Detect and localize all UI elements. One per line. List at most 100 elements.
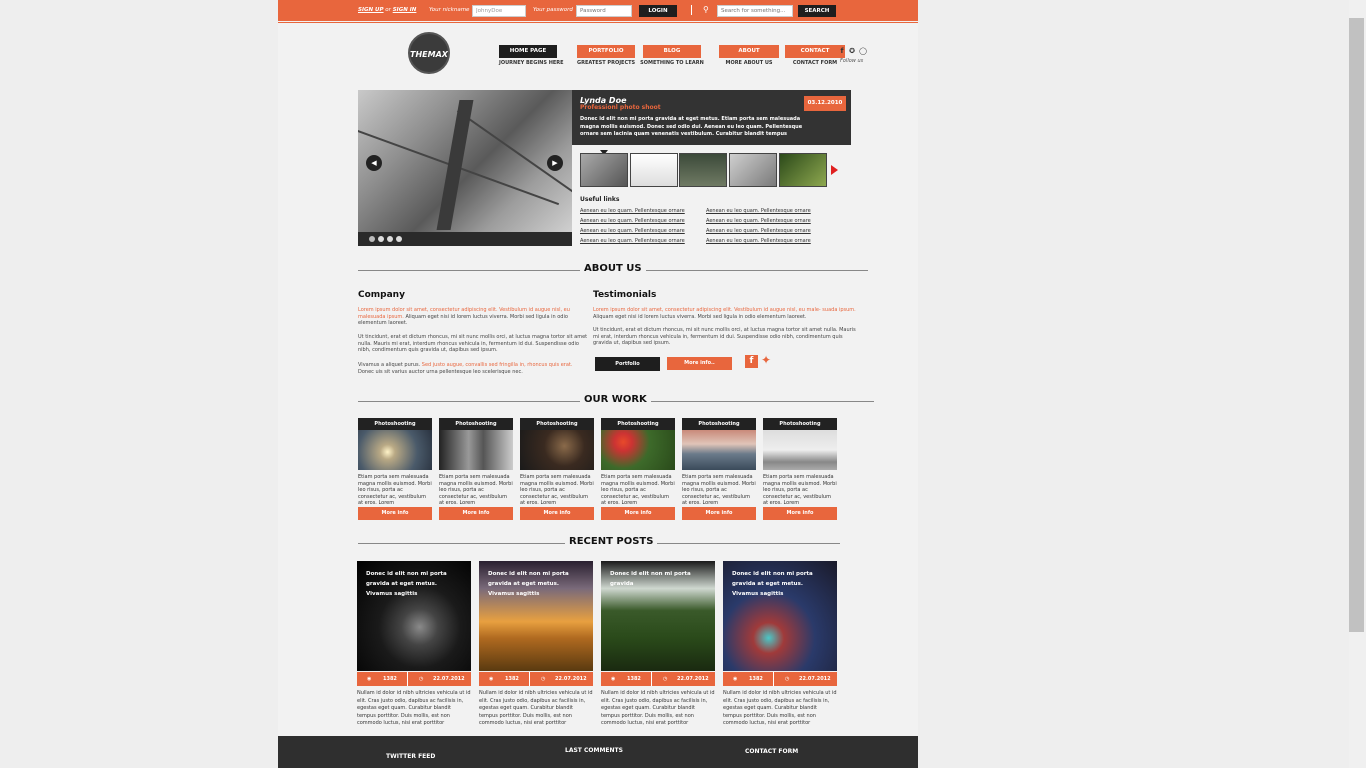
nav-blog[interactable]: BLOG — [643, 45, 701, 58]
post-views: 1382 — [627, 676, 641, 682]
work-card-desc: Etiam porta sem malesuada magna mollis e… — [763, 474, 837, 506]
work-more-button[interactable]: More info — [763, 507, 837, 520]
work-card-desc: Etiam porta sem malesuada magna mollis e… — [682, 474, 756, 506]
twitter-feed-title: TWITTER FEED — [386, 753, 436, 760]
useful-link[interactable]: Aenean eu leo quam. Pellentesque ornare — [580, 228, 685, 234]
slider-dot[interactable] — [396, 236, 402, 242]
work-card-desc: Etiam porta sem malesuada magna mollis e… — [439, 474, 513, 506]
post-title[interactable]: Donec id elit non mi porta gravida at eg… — [732, 569, 827, 599]
scrollbar-thumb[interactable] — [1349, 18, 1364, 632]
nav-home[interactable]: HOME PAGE — [499, 45, 557, 58]
search-input[interactable] — [717, 5, 793, 17]
password-field[interactable] — [576, 5, 632, 17]
work-card: Photoshooting Etiam porta sem malesuada … — [520, 418, 594, 523]
useful-link[interactable]: Aenean eu leo quam. Pellentesque ornare — [706, 208, 811, 214]
nickname-label: Your nickname — [429, 7, 470, 13]
company-text-3: Vivamus a aliquet purus. Sed justo augue… — [358, 362, 588, 375]
meta-divider — [407, 672, 408, 686]
slider-dot[interactable] — [378, 236, 384, 242]
work-more-button[interactable]: More info — [520, 507, 594, 520]
slider-next-icon[interactable]: ▶ — [547, 155, 563, 171]
post-card: Donec id elit non mi porta gravida ◉ 138… — [601, 561, 715, 726]
sign-in-link[interactable]: SIGN IN — [393, 7, 417, 13]
facebook-icon[interactable]: f — [745, 355, 758, 368]
more-info-button[interactable]: More info.. — [667, 357, 732, 370]
login-button[interactable]: LOGIN — [639, 5, 677, 17]
work-card: Photoshooting Etiam porta sem malesuada … — [358, 418, 432, 523]
work-more-button[interactable]: More info — [682, 507, 756, 520]
testimonials-highlight: Lorem ipsum dolor sit amet, consectetur … — [593, 307, 856, 313]
page: SIGN UP or SIGN IN Your nickname Your pa… — [278, 0, 918, 768]
nav-portfolio-sub: GREATEST PROJECTS — [577, 60, 636, 66]
search-button[interactable]: SEARCH — [798, 5, 836, 17]
twitter-icon[interactable]: ✦ — [761, 353, 771, 367]
useful-link[interactable]: Aenean eu leo quam. Pellentesque ornare — [580, 208, 685, 214]
post-title[interactable]: Donec id elit non mi porta gravida at eg… — [488, 569, 583, 599]
post-desc: Nullam id dolor id nibh ultricies vehicu… — [601, 690, 715, 726]
nav-portfolio[interactable]: PORTFOLIO — [577, 45, 635, 58]
slider-subtitle: Professionl photo shoot — [580, 104, 661, 111]
useful-link[interactable]: Aenean eu leo quam. Pellentesque ornare — [706, 218, 811, 224]
thumb-2[interactable] — [630, 153, 678, 187]
work-image — [601, 430, 675, 470]
post-meta: ◉ 1382 ◷ 22.07.2012 — [357, 672, 471, 686]
work-card: Photoshooting Etiam porta sem malesuada … — [601, 418, 675, 523]
work-card: Photoshooting Etiam porta sem malesuada … — [439, 418, 513, 523]
post-card: Donec id elit non mi porta gravida at eg… — [479, 561, 593, 726]
post-date: 22.07.2012 — [677, 676, 709, 682]
work-image — [439, 430, 513, 470]
useful-link[interactable]: Aenean eu leo quam. Pellentesque ornare — [580, 218, 685, 224]
clock-icon: ◷ — [663, 676, 668, 682]
useful-link[interactable]: Aenean eu leo quam. Pellentesque ornare — [580, 238, 685, 244]
sign-up-link[interactable]: SIGN UP — [358, 7, 384, 13]
thumb-4[interactable] — [729, 153, 777, 187]
work-image — [682, 430, 756, 470]
posts-title: RECENT POSTS — [565, 536, 658, 547]
nav-contact[interactable]: CONTACT — [785, 45, 845, 58]
testimonials-text-1: Lorem ipsum dolor sit amet, consectetur … — [593, 307, 859, 320]
portfolio-button[interactable]: Portfolio — [595, 357, 660, 371]
work-card-title: Photoshooting — [682, 418, 756, 430]
work-card: Photoshooting Etiam porta sem malesuada … — [682, 418, 756, 523]
slider-info: Lynda Doe Professionl photo shoot 03.12.… — [572, 90, 851, 145]
thumbs-next-icon[interactable] — [831, 165, 838, 175]
post-meta: ◉ 1382 ◷ 22.07.2012 — [723, 672, 837, 686]
post-desc: Nullam id dolor id nibh ultricies vehicu… — [479, 690, 593, 726]
work-more-button[interactable]: More info — [358, 507, 432, 520]
testimonials-rest: Aliquam eget nisi id lorem luctus viverr… — [593, 313, 807, 320]
twitter-icon[interactable]: ✪ — [848, 47, 856, 55]
clock-icon: ◷ — [419, 676, 424, 682]
slider-dot[interactable] — [387, 236, 393, 242]
thumb-5[interactable] — [779, 153, 827, 187]
testimonials-text-2: Ut tincidunt, erat et dictum rhoncus, mi… — [593, 327, 856, 346]
post-title[interactable]: Donec id elit non mi porta gravida at eg… — [366, 569, 461, 599]
post-title[interactable]: Donec id elit non mi porta gravida — [610, 569, 705, 589]
nav-home-sub: JOURNEY BEGINS HERE — [499, 60, 564, 66]
skype-icon[interactable]: ◯ — [859, 47, 867, 55]
work-image — [763, 430, 837, 470]
company-text-a: Vivamus a aliquet purus. — [358, 362, 422, 368]
thumb-1[interactable] — [580, 153, 628, 187]
slider-dot[interactable] — [369, 236, 375, 242]
company-text-2: Ut tincidunt, erat et dictum rhoncus, mi… — [358, 334, 588, 353]
slider-dots — [358, 232, 572, 246]
company-title: Company — [358, 290, 405, 300]
logo[interactable]: THEMAX — [408, 32, 450, 74]
work-more-button[interactable]: More info — [601, 507, 675, 520]
work-title: OUR WORK — [580, 394, 651, 405]
thumb-3[interactable] — [679, 153, 727, 187]
slider-prev-icon[interactable]: ◀ — [366, 155, 382, 171]
work-card-desc: Etiam porta sem malesuada magna mollis e… — [520, 474, 594, 506]
facebook-icon[interactable]: f — [838, 47, 846, 55]
divider — [691, 5, 692, 15]
useful-link[interactable]: Aenean eu leo quam. Pellentesque ornare — [706, 238, 811, 244]
nickname-field[interactable] — [472, 5, 526, 17]
eye-icon: ◉ — [611, 676, 616, 682]
work-card-title: Photoshooting — [763, 418, 837, 430]
nav-about[interactable]: ABOUT — [719, 45, 779, 58]
nav-about-sub: MORE ABOUT US — [725, 60, 773, 66]
top-line — [278, 22, 918, 23]
work-more-button[interactable]: More info — [439, 507, 513, 520]
useful-link[interactable]: Aenean eu leo quam. Pellentesque ornare — [706, 228, 811, 234]
or-text: or — [385, 7, 391, 13]
